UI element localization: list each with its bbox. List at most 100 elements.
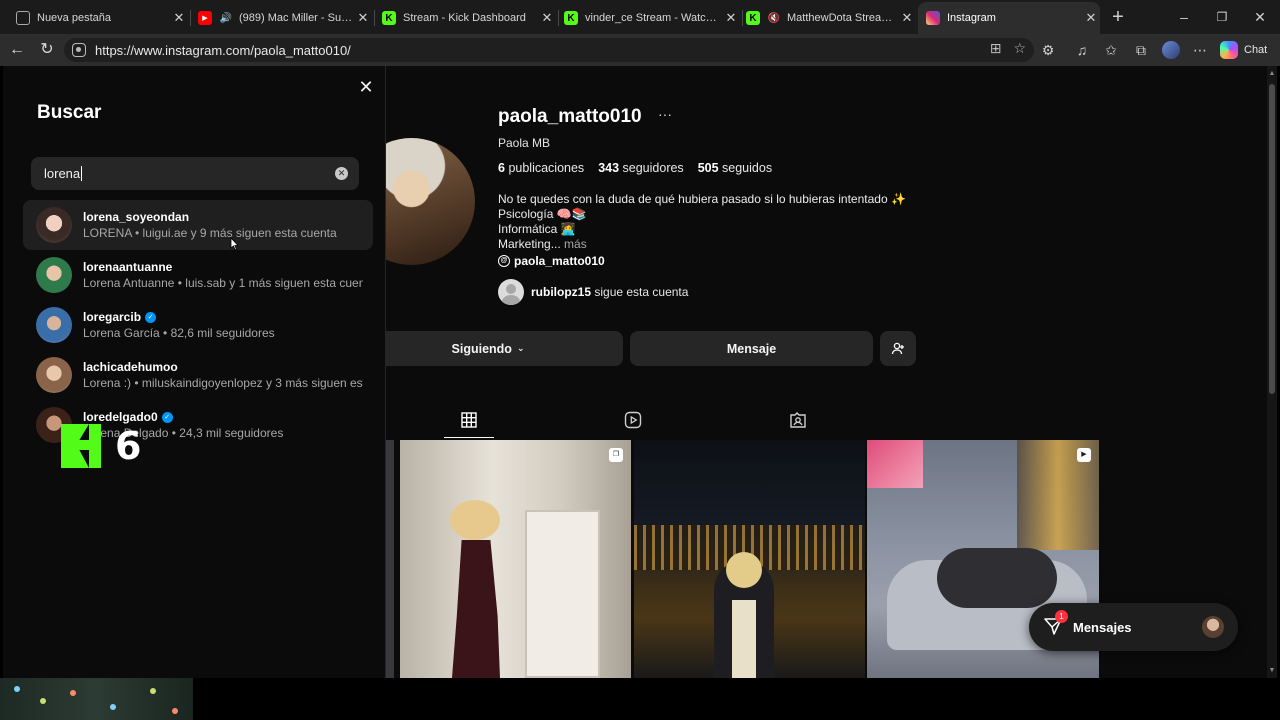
search-input[interactable]: lorena ✕ — [31, 157, 359, 190]
page-scrollbar[interactable]: ▲ ▼ — [1267, 66, 1277, 678]
browser-profile-avatar[interactable] — [1162, 41, 1180, 59]
result-subtitle: Lorena Antuanne • luis.sab y 1 más sigue… — [83, 276, 363, 290]
tab-youtube[interactable]: ▶ 🔊 (989) Mac Miller - Surf - YouTube ✕ — [192, 4, 372, 32]
close-icon[interactable]: ✕ — [356, 77, 376, 97]
result-username: lorena_soyeondan — [83, 210, 190, 224]
result-avatar — [36, 307, 72, 343]
apps-icon[interactable]: ⊞ — [990, 40, 1002, 57]
media-icon[interactable]: ♫ — [1072, 40, 1092, 60]
search-result[interactable]: lachicadehumoo Lorena :) • miluskaindigo… — [23, 350, 373, 400]
address-toolbar: ← ↻ https://www.instagram.com/paola_matt… — [0, 34, 1280, 66]
restore-button[interactable]: ❐ — [1202, 6, 1242, 28]
tab-nueva-pestana[interactable]: Nueva pestaña ✕ — [8, 4, 188, 32]
unread-badge: 1 — [1055, 610, 1068, 623]
add-person-button[interactable] — [880, 331, 916, 366]
grid-icon — [461, 411, 477, 428]
result-avatar — [36, 257, 72, 293]
following-label: Siguiendo — [451, 341, 512, 356]
threads-handle: paola_matto010 — [514, 254, 605, 268]
search-title: Buscar — [37, 102, 102, 123]
profile-bio: No te quedes con la duda de qué hubiera … — [498, 192, 906, 252]
followed-by-text: sigue esta cuenta — [594, 285, 689, 299]
tab-vinder-stream[interactable]: K vinder_ce Stream - Watch Live ✕ — [560, 4, 740, 32]
posts-stat: 6 publicaciones — [498, 161, 585, 175]
favorite-star-icon[interactable]: ☆ — [1013, 40, 1026, 57]
followers-stat[interactable]: 343 seguidores — [598, 161, 684, 175]
tab-close-icon[interactable]: ✕ — [538, 10, 556, 26]
minimize-button[interactable]: – — [1164, 6, 1204, 28]
search-result[interactable]: lorena_soyeondan LORENA • luigui.ae y 9 … — [23, 200, 373, 250]
result-username: loredelgado0 — [83, 410, 158, 424]
result-avatar — [36, 357, 72, 393]
message-label: Mensaje — [726, 341, 777, 356]
tab-close-icon[interactable]: ✕ — [1082, 10, 1100, 26]
reels-icon — [624, 411, 642, 429]
tab-title: (989) Mac Miller - Surf - YouTube — [239, 12, 354, 24]
reload-button[interactable]: ↻ — [36, 39, 58, 61]
tab-separator — [190, 10, 191, 26]
kick-icon: K — [382, 11, 396, 25]
settings-menu-icon[interactable]: ⋯ — [1190, 40, 1210, 60]
screenshot-icon[interactable]: ⧉ — [1131, 40, 1151, 60]
tab-close-icon[interactable]: ✕ — [722, 10, 740, 26]
clear-search-icon[interactable]: ✕ — [335, 167, 348, 180]
muted-speaker-icon[interactable]: 🔇 — [767, 11, 781, 25]
follower-username: rubilopz15 — [531, 285, 592, 299]
text-caret — [81, 166, 83, 181]
profile-full-name: Paola MB — [498, 136, 551, 150]
messenger-icon: 1 — [1043, 610, 1068, 638]
tab-reels[interactable] — [608, 402, 658, 438]
following-button[interactable]: Siguiendo ⌄ — [353, 331, 623, 366]
result-username: lorenaantuanne — [83, 260, 173, 274]
back-button[interactable]: ← — [6, 39, 28, 61]
tab-close-icon[interactable]: ✕ — [354, 10, 372, 26]
tab-title: vinder_ce Stream - Watch Live — [585, 12, 722, 24]
verified-badge-icon: ✓ — [145, 311, 157, 323]
threads-link[interactable]: @ paola_matto010 — [498, 254, 605, 268]
tab-title: Instagram — [947, 12, 996, 24]
post-thumbnail[interactable]: ❐ — [400, 440, 631, 678]
result-subtitle: Lorena García • 82,6 mil seguidores — [83, 326, 275, 340]
search-result[interactable]: lorenaantuanne Lorena Antuanne • luis.sa… — [23, 250, 373, 300]
tab-kick-dashboard[interactable]: K Stream - Kick Dashboard ✕ — [376, 4, 556, 32]
tab-matthewdota-stream[interactable]: K 🔇 MatthewDota Stream - Watch ✕ — [744, 4, 916, 32]
add-person-icon — [891, 342, 904, 354]
profile-username: paola_matto010 — [498, 106, 642, 127]
messages-button[interactable]: 1 Mensajes — [1029, 603, 1238, 651]
instagram-icon — [926, 11, 940, 25]
tab-close-icon[interactable]: ✕ — [898, 10, 916, 26]
kick-icon: K — [746, 11, 760, 25]
new-tab-button[interactable]: + — [1106, 6, 1130, 30]
kick-logo-icon — [61, 424, 101, 468]
message-button[interactable]: Mensaje — [630, 331, 873, 366]
browser-tab-bar: Nueva pestaña ✕ ▶ 🔊 (989) Mac Miller - S… — [0, 0, 1280, 34]
instagram-page: paola_matto010 ··· Paola MB 6 publicacio… — [3, 66, 1277, 678]
close-window-button[interactable]: ✕ — [1240, 6, 1280, 28]
bio-line: Informática 👩‍💻 — [498, 222, 576, 236]
bio-more-link[interactable]: más — [564, 237, 587, 251]
scrollbar-thumb[interactable] — [1269, 84, 1275, 394]
scroll-up-icon[interactable]: ▲ — [1268, 70, 1276, 77]
tab-instagram[interactable]: Instagram ✕ — [918, 2, 1100, 34]
follower-avatar — [498, 279, 524, 305]
mouse-pointer-icon — [230, 237, 238, 251]
tab-close-icon[interactable]: ✕ — [170, 10, 188, 26]
address-bar[interactable]: https://www.instagram.com/paola_matto010… — [64, 38, 1034, 62]
followed-by[interactable]: rubilopz15 sigue esta cuenta — [498, 279, 688, 305]
following-stat[interactable]: 505 seguidos — [698, 161, 772, 175]
search-result[interactable]: loregarcib ✓ Lorena García • 82,6 mil seg… — [23, 300, 373, 350]
bio-line: Marketing... — [498, 237, 561, 251]
site-info-icon[interactable] — [72, 43, 86, 57]
scroll-down-icon[interactable]: ▼ — [1268, 667, 1276, 674]
copilot-chat-button[interactable]: Chat — [1220, 38, 1276, 62]
tab-title: Nueva pestaña — [37, 12, 111, 24]
speaker-icon[interactable]: 🔊 — [219, 11, 233, 25]
tab-posts-grid[interactable] — [444, 402, 494, 438]
profile-options-icon[interactable]: ··· — [658, 106, 672, 122]
extensions-icon[interactable]: ⚙ — [1038, 40, 1058, 60]
kick-counter: 6 — [115, 424, 142, 468]
post-thumbnail[interactable] — [634, 440, 865, 678]
tab-tagged[interactable] — [773, 402, 823, 438]
url-text: https://www.instagram.com/paola_matto010… — [95, 42, 351, 58]
favorites-icon[interactable]: ✩ — [1101, 40, 1121, 60]
